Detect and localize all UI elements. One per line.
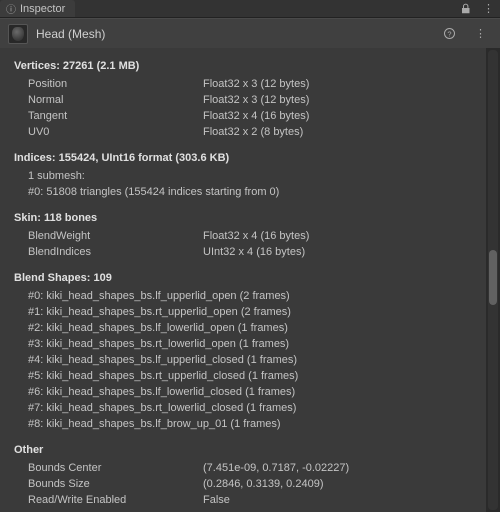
indices-line: #0: 51808 triangles (155424 indices star… xyxy=(14,184,476,200)
blendshape-line: #0: kiki_head_shapes_bs.lf_upperlid_open… xyxy=(14,288,476,304)
blendshape-line: #3: kiki_head_shapes_bs.rt_lowerlid_open… xyxy=(14,336,476,352)
vertex-row: PositionFloat32 x 3 (12 bytes) xyxy=(14,76,476,92)
vertex-row: TangentFloat32 x 4 (16 bytes) xyxy=(14,108,476,124)
mesh-thumbnail xyxy=(8,24,28,44)
blendshape-line: #7: kiki_head_shapes_bs.rt_lowerlid_clos… xyxy=(14,400,476,416)
blendshape-line: #2: kiki_head_shapes_bs.lf_lowerlid_open… xyxy=(14,320,476,336)
vertices-heading: Vertices: 27261 (2.1 MB) xyxy=(14,60,476,72)
skin-row: BlendIndicesUInt32 x 4 (16 bytes) xyxy=(14,244,476,260)
scrollbar-thumb[interactable] xyxy=(489,250,497,305)
inspector-tab[interactable]: ⓘ Inspector xyxy=(0,0,75,17)
tab-title: Inspector xyxy=(20,3,65,15)
indices-heading: Indices: 155424, UInt16 format (303.6 KB… xyxy=(14,152,476,164)
skin-heading: Skin: 118 bones xyxy=(14,212,476,224)
options-menu-icon[interactable]: ⋮ xyxy=(469,27,492,40)
tab-bar: ⓘ Inspector ⋮ xyxy=(0,0,500,18)
vertex-row: NormalFloat32 x 3 (12 bytes) xyxy=(14,92,476,108)
other-row: Bounds Center(7.451e-09, 0.7187, -0.0222… xyxy=(14,460,476,476)
blendshape-line: #6: kiki_head_shapes_bs.lf_lowerlid_clos… xyxy=(14,384,476,400)
tab-menu-icon[interactable]: ⋮ xyxy=(477,2,500,15)
blendshape-line: #4: kiki_head_shapes_bs.lf_upperlid_clos… xyxy=(14,352,476,368)
skin-row: BlendWeightFloat32 x 4 (16 bytes) xyxy=(14,228,476,244)
other-row: Bounds Size(0.2846, 0.3139, 0.2409) xyxy=(14,476,476,492)
blendshape-line: #8: kiki_head_shapes_bs.lf_brow_up_01 (1… xyxy=(14,416,476,432)
blendshapes-heading: Blend Shapes: 109 xyxy=(14,272,476,284)
lock-icon[interactable] xyxy=(455,3,477,14)
indices-line: 1 submesh: xyxy=(14,168,476,184)
inspector-content: Vertices: 27261 (2.1 MB) PositionFloat32… xyxy=(0,48,486,512)
blendshape-line: #1: kiki_head_shapes_bs.rt_upperlid_open… xyxy=(14,304,476,320)
svg-text:?: ? xyxy=(447,30,451,39)
object-name: Head (Mesh) xyxy=(36,27,105,41)
help-icon[interactable]: ? xyxy=(438,28,461,39)
object-header: Head (Mesh) ? ⋮ xyxy=(0,18,500,48)
other-row: Read/Write EnabledFalse xyxy=(14,492,476,508)
vertex-row: UV0Float32 x 2 (8 bytes) xyxy=(14,124,476,140)
other-heading: Other xyxy=(14,444,476,456)
info-icon: ⓘ xyxy=(6,1,16,16)
scrollbar[interactable] xyxy=(488,50,498,510)
blendshape-line: #5: kiki_head_shapes_bs.rt_upperlid_clos… xyxy=(14,368,476,384)
